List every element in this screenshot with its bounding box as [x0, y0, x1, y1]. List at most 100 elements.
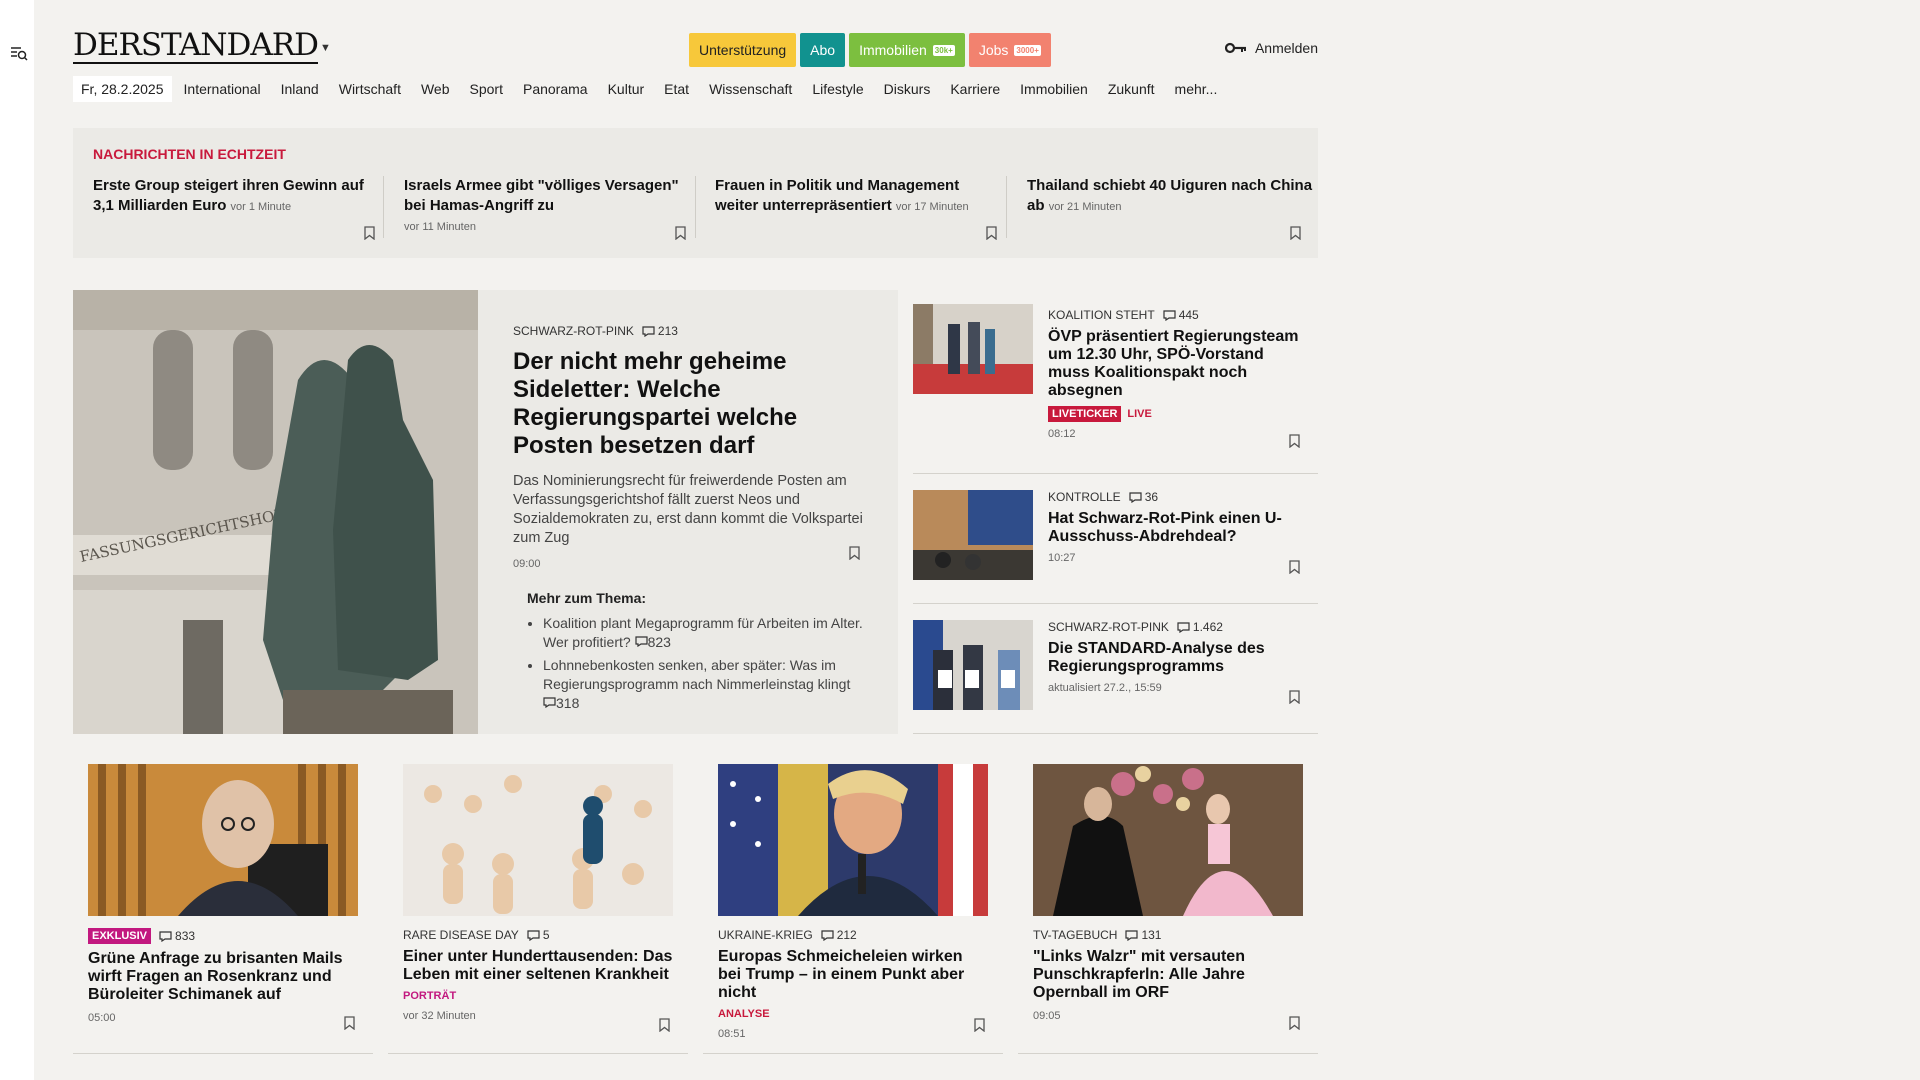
comment-icon [634, 636, 648, 648]
divider [383, 176, 384, 238]
comment-icon [1125, 929, 1139, 941]
ticker-item[interactable]: Erste Group steigert ihren Gewinn auf 3,… [93, 176, 383, 240]
article-image[interactable] [403, 764, 673, 916]
current-date: Fr, 28.2.2025 [73, 76, 172, 102]
exclusive-badge: EXKLUSIV [88, 928, 152, 944]
divider [695, 176, 696, 238]
article-title[interactable]: Europas Schmeicheleien wirken bei Trump … [718, 948, 988, 1002]
key-icon [1224, 42, 1246, 54]
support-button[interactable]: Unterstützung [689, 33, 797, 67]
nav-item-etat[interactable]: Etat [664, 81, 689, 97]
article-title[interactable]: ÖVP präsentiert Regierungsteam um 12.30 … [1048, 328, 1303, 400]
article-title[interactable]: Die STANDARD-Analyse des Regierungsprogr… [1048, 640, 1303, 676]
article-title[interactable]: Einer unter Hunderttausenden: Das Leben … [403, 948, 673, 984]
live-label: LIVE [1127, 408, 1152, 420]
bookmark-icon[interactable] [1290, 226, 1301, 240]
comment-icon [642, 325, 655, 337]
jobs-button[interactable]: Jobs 3000+ [968, 33, 1051, 67]
immobilien-button[interactable]: Immobilien 30k+ [849, 33, 965, 67]
comments-count[interactable]: 213 [642, 324, 678, 338]
comment-icon [821, 929, 834, 941]
side-article[interactable]: SCHWARZ-ROT-PINK 1.462 Die STANDARD-Analy… [913, 604, 1318, 734]
nav-item-international[interactable]: International [184, 81, 261, 97]
bookmark-icon[interactable] [1289, 560, 1300, 579]
related-link[interactable]: Koalition plant Megaprogramm für Arbeite… [543, 614, 863, 652]
nav-item-lifestyle[interactable]: Lifestyle [812, 81, 863, 97]
timestamp: aktualisiert 27.2., 15:59 [1048, 682, 1162, 694]
article-card[interactable]: RARE DISEASE DAY 5 Einer unter Hunderttau… [388, 764, 688, 1054]
nav-item-wissenschaft[interactable]: Wissenschaft [709, 81, 792, 97]
ticker-item[interactable]: Frauen in Politik und Management weiter … [715, 176, 1005, 240]
hero-description: Das Nominierungsrecht für freiwerdende P… [513, 473, 863, 546]
comments-count[interactable]: 833 [159, 929, 195, 943]
nav-item-kultur[interactable]: Kultur [608, 81, 645, 97]
comments-count[interactable]: 5 [527, 928, 550, 942]
login-button[interactable]: Anmelden [1224, 40, 1318, 56]
bookmark-icon[interactable] [974, 1018, 985, 1037]
nav-item-immobilien[interactable]: Immobilien [1020, 81, 1088, 97]
timestamp: vor 32 Minuten [403, 1010, 476, 1022]
comments-count[interactable]: 36 [1129, 490, 1158, 504]
comment-icon [1163, 309, 1176, 321]
related-link[interactable]: Lohnnebenkosten senken, aber später: Was… [543, 656, 863, 713]
article-card[interactable]: TV-TAGEBUCH 131 "Links Walzr" mit versaut… [1018, 764, 1318, 1054]
article-label: PORTRÄT [403, 990, 457, 1002]
article-image[interactable] [1033, 764, 1303, 916]
hero-article[interactable]: FASSUNGSGERICHTSHOF SCHWARZ-ROT-PINK 213… [73, 290, 898, 734]
bookmark-icon[interactable] [659, 1018, 670, 1037]
nav-item-karriere[interactable]: Karriere [950, 81, 1000, 97]
abo-button[interactable]: Abo [800, 33, 846, 67]
hero-image[interactable]: FASSUNGSGERICHTSHOF [73, 290, 478, 734]
comments-count[interactable]: 131 [1125, 928, 1161, 942]
left-sidebar [0, 0, 34, 1080]
ticker-item[interactable]: Israels Armee gibt "völliges Versagen" b… [404, 176, 694, 240]
liveticker-badge: LIVETICKER [1048, 406, 1122, 422]
comments-count[interactable]: 445 [1163, 308, 1199, 322]
timestamp: 09:00 [513, 558, 541, 570]
bookmark-icon[interactable] [364, 226, 375, 240]
comment-icon [1129, 491, 1142, 503]
search-menu-icon[interactable] [10, 44, 28, 62]
timestamp: 08:51 [718, 1028, 746, 1040]
header: DERSTANDARD ▼ Unterstützung Abo Immobili… [73, 28, 1318, 68]
nav-item-inland[interactable]: Inland [281, 81, 319, 97]
bookmark-icon[interactable] [849, 546, 860, 565]
article-image[interactable] [913, 620, 1033, 710]
chevron-down-icon[interactable]: ▼ [320, 42, 331, 54]
hero-title[interactable]: Der nicht mehr geheime Sideletter: Welch… [513, 348, 863, 460]
nav-item-sport[interactable]: Sport [470, 81, 503, 97]
nav-item-zukunft[interactable]: Zukunft [1108, 81, 1155, 97]
nav-item-wirtschaft[interactable]: Wirtschaft [339, 81, 401, 97]
comments-count[interactable]: 212 [821, 928, 857, 942]
comment-icon [1177, 621, 1190, 633]
ticker-title: NACHRICHTEN IN ECHTZEIT [93, 146, 286, 162]
logo[interactable]: DERSTANDARD [73, 28, 319, 64]
side-article[interactable]: KONTROLLE 36 Hat Schwarz-Rot-Pink einen U… [913, 474, 1318, 604]
nav-item-more[interactable]: mehr... [1175, 81, 1218, 97]
nav-item-panorama[interactable]: Panorama [523, 81, 588, 97]
comments-count[interactable]: 1.462 [1177, 620, 1223, 634]
article-title[interactable]: "Links Walzr" mit versauten Punschkrapfe… [1033, 948, 1303, 1002]
article-image[interactable] [718, 764, 988, 916]
side-article[interactable]: KOALITION STEHT 445 ÖVP präsentiert Regie… [913, 290, 1318, 474]
comment-icon [159, 930, 172, 942]
more-on-topic: Mehr zum Thema: Koalition plant Megaprog… [527, 590, 863, 713]
article-title[interactable]: Grüne Anfrage zu brisanten Mails wirft F… [88, 950, 358, 1004]
article-title[interactable]: Hat Schwarz-Rot-Pink einen U-Ausschuss-A… [1048, 510, 1303, 546]
bookmark-icon[interactable] [1289, 434, 1300, 453]
article-card[interactable]: UKRAINE-KRIEG 212 Europas Schmeicheleien … [703, 764, 1003, 1054]
bookmark-icon[interactable] [986, 226, 997, 240]
nav-item-web[interactable]: Web [421, 81, 450, 97]
bookmark-icon[interactable] [1289, 1016, 1300, 1035]
bookmark-icon[interactable] [344, 1016, 355, 1035]
article-image[interactable] [913, 304, 1033, 394]
article-card[interactable]: EXKLUSIV 833 Grüne Anfrage zu brisanten M… [73, 764, 373, 1054]
timestamp: 10:27 [1048, 552, 1076, 564]
article-image[interactable] [88, 764, 358, 916]
ticker-item[interactable]: Thailand schiebt 40 Uiguren nach China a… [1027, 176, 1317, 240]
article-image[interactable] [913, 490, 1033, 580]
header-pills: Unterstützung Abo Immobilien 30k+ Jobs 300… [689, 33, 1051, 67]
bookmark-icon[interactable] [675, 226, 686, 240]
nav-item-diskurs[interactable]: Diskurs [884, 81, 931, 97]
bookmark-icon[interactable] [1289, 690, 1300, 709]
